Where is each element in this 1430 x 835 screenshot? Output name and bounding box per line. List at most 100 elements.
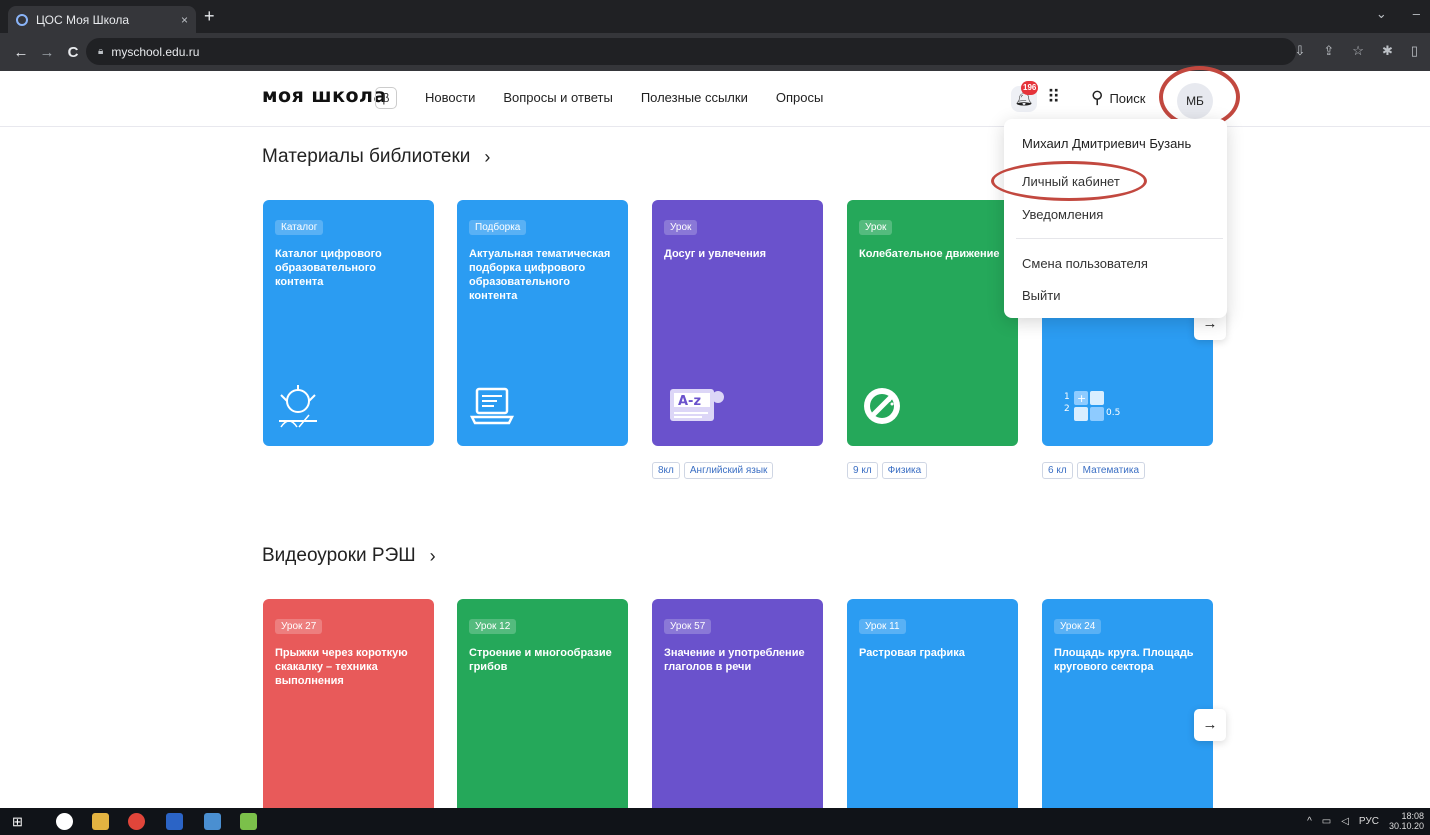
grade-chip[interactable]: 6 кл	[1042, 462, 1073, 479]
card-title: Каталог цифрового образовательного конте…	[275, 248, 382, 288]
video-card[interactable]: Урок 57 Значение и употребление глаголов…	[652, 599, 823, 819]
reload-button[interactable]: C	[62, 44, 84, 61]
browser-tab-bar: ЦОС Моя Школа × + ⌄ –	[0, 0, 1430, 33]
svg-text:0.5: 0.5	[1106, 408, 1120, 418]
library-card-lesson-oscillation[interactable]: Урок Колебательное движение	[847, 200, 1018, 446]
file-explorer-icon[interactable]	[92, 813, 109, 830]
new-tab-button[interactable]: +	[204, 6, 215, 26]
nav-faq[interactable]: Вопросы и ответы	[503, 90, 612, 105]
menu-item-notifications[interactable]: Уведомления	[1022, 207, 1103, 222]
grade-chip[interactable]: 9 кл	[847, 462, 878, 479]
card-title: Строение и многообразие грибов	[469, 647, 612, 673]
card-tag: Урок 12	[469, 619, 517, 634]
clock-date: 30.10.20	[1388, 821, 1424, 831]
videos-section-title[interactable]: Видеоуроки РЭШ ›	[262, 545, 436, 567]
subject-chip[interactable]: Английский язык	[683, 462, 774, 479]
card-chips: 9 кл Физика	[847, 462, 928, 479]
card-tag: Подборка	[469, 220, 527, 235]
word-icon[interactable]	[166, 813, 183, 830]
menu-item-switch-user[interactable]: Смена пользователя	[1022, 256, 1148, 271]
search-button[interactable]: ⚲ Поиск	[1091, 88, 1145, 108]
menu-item-personal-account[interactable]: Личный кабинет	[1022, 174, 1120, 189]
windows-start-icon[interactable]: ⊞	[12, 813, 29, 830]
forward-button[interactable]: →	[36, 44, 58, 61]
url-text: myschool.edu.ru	[111, 44, 200, 59]
library-card-collection[interactable]: Подборка Актуальная тематическая подборк…	[457, 200, 628, 446]
card-title: Растровая графика	[859, 647, 965, 659]
minimize-icon[interactable]: –	[1413, 6, 1420, 22]
videos-next-button[interactable]: →	[1194, 709, 1226, 741]
tab-title: ЦОС Моя Школа	[36, 12, 130, 27]
menu-divider	[1016, 238, 1223, 239]
tray-chevron-icon[interactable]: ^	[1307, 816, 1312, 827]
card-tag: Урок 24	[1054, 619, 1102, 634]
browser-toolbar: ← → C 🔒︎ myschool.edu.ru ⇩ ⇪ ☆ ✱ ▯	[0, 33, 1430, 71]
mail-icon[interactable]	[204, 813, 221, 830]
academy-emblem-icon	[275, 383, 321, 429]
subject-chip[interactable]: Физика	[881, 462, 928, 479]
nav-useful-links[interactable]: Полезные ссылки	[641, 90, 748, 105]
library-card-catalog[interactable]: Каталог Каталог цифрового образовательно…	[263, 200, 434, 446]
card-chips: 6 кл Математика	[1042, 462, 1146, 479]
yandex-browser-icon[interactable]	[56, 813, 73, 830]
card-title: Площадь круга. Площадь кругового сектора	[1054, 647, 1194, 673]
clock[interactable]: 18:08 30.10.20	[1389, 811, 1424, 831]
user-full-name: Михаил Дмитриевич Бузань	[1022, 136, 1192, 151]
nav-polls[interactable]: Опросы	[776, 90, 823, 105]
card-chips: 8кл Английский язык	[652, 462, 774, 479]
network-icon[interactable]: ▭	[1322, 816, 1331, 827]
card-tag: Урок 11	[859, 619, 906, 634]
install-app-icon[interactable]: ⇩	[1294, 43, 1305, 59]
chevron-right-icon: ›	[484, 146, 491, 167]
sidebar-icon[interactable]: ▯	[1411, 43, 1418, 59]
svg-text:+: +	[1077, 392, 1086, 405]
library-title: Материалы библиотеки	[262, 146, 471, 167]
grade-chip[interactable]: 8кл	[652, 462, 680, 479]
card-tag: Урок 27	[275, 619, 323, 634]
chrome-icon[interactable]	[128, 813, 145, 830]
main-nav: Новости Вопросы и ответы Полезные ссылки…	[425, 90, 823, 105]
apps-grid-icon[interactable]: ⠿	[1047, 87, 1060, 108]
nav-news[interactable]: Новости	[425, 90, 475, 105]
search-label: Поиск	[1109, 90, 1146, 106]
tab-close-icon[interactable]: ×	[181, 13, 188, 27]
math-blocks-icon: 1 2 +0.5	[1054, 383, 1120, 429]
library-section-title[interactable]: Материалы библиотеки ›	[262, 146, 490, 168]
address-bar[interactable]: 🔒︎ myschool.edu.ru	[86, 38, 1296, 65]
volume-icon[interactable]: ◁	[1341, 816, 1349, 827]
extensions-icon[interactable]: ✱	[1382, 43, 1393, 59]
video-card[interactable]: Урок 12 Строение и многообразие грибов	[457, 599, 628, 819]
menu-item-logout[interactable]: Выйти	[1022, 288, 1061, 303]
bookmark-star-icon[interactable]: ☆	[1352, 43, 1364, 59]
back-button[interactable]: ←	[10, 44, 32, 61]
card-title: Актуальная тематическая подборка цифрово…	[469, 248, 611, 302]
card-title: Значение и употребление глаголов в речи	[664, 647, 805, 673]
svg-text:2: 2	[1064, 404, 1070, 414]
card-tag: Урок	[664, 220, 698, 235]
site-logo[interactable]: моя школа	[262, 85, 387, 107]
app-icon[interactable]	[240, 813, 257, 830]
card-tag: Каталог	[275, 220, 324, 235]
library-card-lesson-hobbies[interactable]: Урок Досуг и увлечения A-z	[652, 200, 823, 446]
svg-text:1: 1	[1064, 392, 1070, 402]
browser-actions: ⇩ ⇪ ☆ ✱ ▯	[1294, 43, 1418, 59]
tab-search-icon[interactable]: ⌄	[1376, 6, 1387, 22]
video-card[interactable]: Урок 27 Прыжки через короткую скакалку –…	[263, 599, 434, 819]
browser-tab[interactable]: ЦОС Моя Школа ×	[8, 6, 196, 33]
user-menu: Михаил Дмитриевич Бузань Личный кабинет …	[1004, 119, 1227, 318]
search-icon: ⚲	[1091, 88, 1104, 107]
window-controls: ⌄ –	[1376, 6, 1420, 22]
notification-count-badge: 196	[1021, 81, 1039, 95]
video-card[interactable]: Урок 24 Площадь круга. Площадь кругового…	[1042, 599, 1213, 819]
share-icon[interactable]: ⇪	[1323, 43, 1334, 59]
card-title: Досуг и увлечения	[664, 248, 766, 260]
lock-icon: 🔒︎	[98, 46, 104, 57]
subject-chip[interactable]: Математика	[1076, 462, 1146, 479]
site-favicon-icon	[16, 13, 28, 26]
language-indicator[interactable]: РУС	[1359, 816, 1379, 827]
video-card[interactable]: Урок 11 Растровая графика	[847, 599, 1018, 819]
card-tag: Урок	[859, 220, 893, 235]
windows-taskbar: ⊞ ^ ▭ ◁ РУС 18:08 30.10.20	[0, 808, 1430, 835]
card-title: Колебательное движение	[859, 248, 1000, 260]
avatar[interactable]: МБ	[1177, 83, 1213, 119]
